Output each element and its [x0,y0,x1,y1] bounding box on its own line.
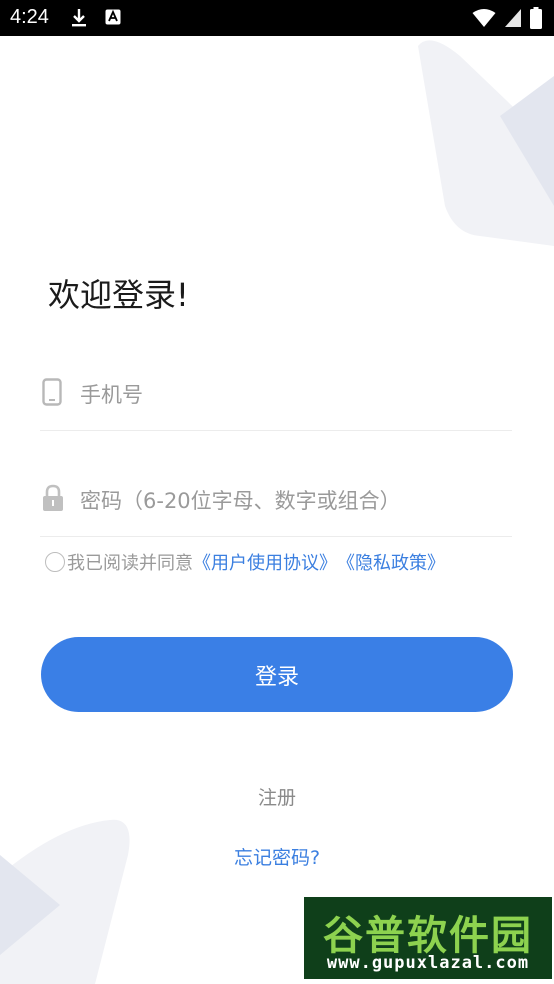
phone-field [40,360,512,431]
login-button[interactable]: 登录 [41,637,513,712]
user-agreement-link[interactable]: 《用户使用协议》 [193,549,337,575]
phone-icon [42,378,62,410]
register-link[interactable]: 注册 [0,783,554,810]
status-bar: 4:24 [0,0,554,36]
agreement-text: 我已阅读并同意 [67,553,193,574]
page-title: 欢迎登录! [48,276,189,314]
privacy-policy-link[interactable]: 《隐私政策》 [337,549,445,575]
watermark-url: www.gupuxlazal.com [326,953,530,973]
forgot-password-link[interactable]: 忘记密码? [0,843,554,870]
signal-icon [504,8,522,32]
wifi-icon [472,8,496,32]
status-time: 4:24 [10,6,49,28]
password-input[interactable] [78,480,512,522]
watermark: 谷普软件园 www.gupuxlazal.com [304,897,552,979]
a-notification-icon [105,9,121,29]
lock-icon [42,484,64,516]
agreement-row: 我已阅读并同意 《用户使用协议》 《隐私政策》 [45,548,445,576]
decorative-triangle-bottom [0,819,130,984]
agreement-radio[interactable] [45,552,65,572]
password-field [40,466,512,537]
download-icon [70,8,88,32]
phone-input[interactable] [78,374,512,416]
decorative-triangle-top [418,40,554,246]
battery-icon [530,7,542,33]
